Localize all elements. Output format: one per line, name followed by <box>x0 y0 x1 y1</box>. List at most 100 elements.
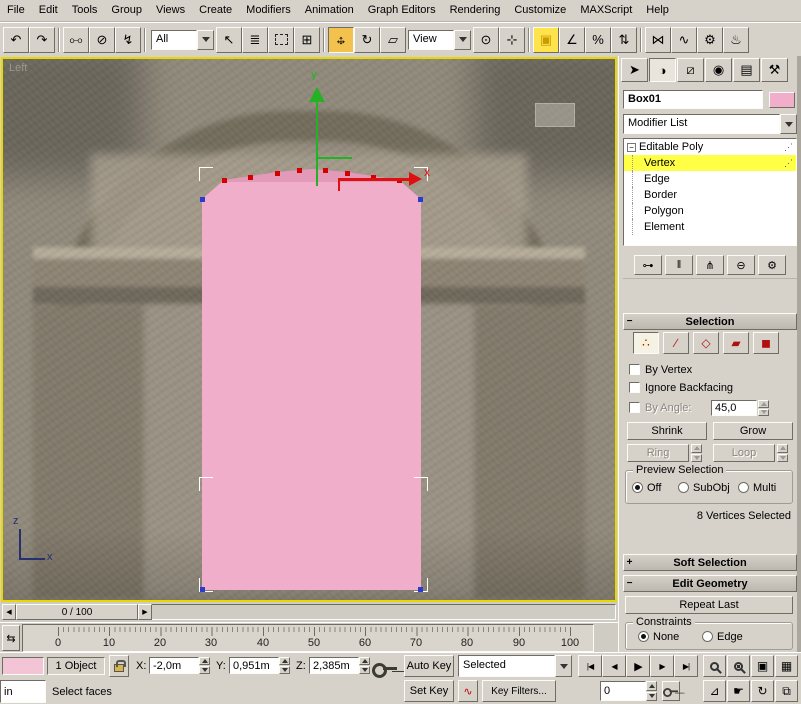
vertex-dot[interactable] <box>200 197 205 202</box>
by-angle-checkbox[interactable]: By Angle: <box>629 402 691 414</box>
undo-button[interactable]: ↶ <box>3 27 29 53</box>
select-and-scale-button[interactable]: ▱ <box>380 27 406 53</box>
subobject-border-button[interactable]: ◇ <box>693 332 719 354</box>
pin-stack-button[interactable]: ⊶ <box>634 255 662 275</box>
unlink-button[interactable]: ⊘ <box>89 27 115 53</box>
stack-row-border[interactable]: Border <box>624 187 796 203</box>
vertex-dot[interactable] <box>323 168 328 173</box>
zoom-extents-all-button[interactable]: ▦ <box>775 655 798 677</box>
reference-coordsys-arrow[interactable] <box>454 30 471 50</box>
show-end-result-button[interactable]: ‖ <box>665 255 693 275</box>
vertex-dot[interactable] <box>297 168 302 173</box>
modifier-list-dropdown[interactable]: Modifier List <box>623 114 797 134</box>
constraint-edge-radio[interactable]: Edge <box>702 631 743 643</box>
spinner-snap-button[interactable]: ⇅ <box>611 27 637 53</box>
select-and-move-button[interactable]: ↔↕ <box>328 27 354 53</box>
object-name-field[interactable]: Box01 <box>623 90 763 109</box>
gizmo-y-axis[interactable] <box>316 101 318 186</box>
tab-utilities[interactable]: ⚒ <box>761 58 788 82</box>
by-angle-field[interactable]: 45,0 <box>711 400 757 416</box>
vertex-dot[interactable] <box>248 175 253 180</box>
angle-snap-button[interactable]: ∠ <box>559 27 585 53</box>
z-coord-field[interactable]: 2,385m <box>309 657 359 674</box>
spinner-up-icon[interactable] <box>758 400 769 408</box>
viewport-left[interactable]: y x z x Left <box>1 57 617 602</box>
tab-create[interactable]: ➤ <box>621 58 648 82</box>
object-color-swatch[interactable] <box>769 92 795 108</box>
select-and-manipulate-button[interactable]: ⊹ <box>499 27 525 53</box>
bind-spacewarp-button[interactable]: ↯ <box>115 27 141 53</box>
stack-row-vertex[interactable]: Vertex ⋰ <box>624 155 796 171</box>
stack-row-polygon[interactable]: Polygon <box>624 203 796 219</box>
loop-button[interactable]: Loop <box>713 444 775 462</box>
preview-multi-radio[interactable]: Multi <box>738 482 776 494</box>
go-to-end-button[interactable]: ▶| <box>674 655 698 677</box>
menu-edit[interactable]: Edit <box>32 0 65 21</box>
macro-recorder-field[interactable] <box>2 657 44 675</box>
subobject-vertex-button[interactable]: ∴ <box>633 332 659 354</box>
preview-subobj-radio[interactable]: SubObj <box>678 482 730 494</box>
select-object-button[interactable]: ↖ <box>216 27 242 53</box>
collapse-icon[interactable]: − <box>627 143 636 152</box>
gizmo-plane-handle[interactable] <box>316 157 352 159</box>
rollout-selection[interactable]: − Selection <box>623 313 797 330</box>
subobject-element-button[interactable]: ◼ <box>753 332 779 354</box>
remove-modifier-button[interactable]: ⊖ <box>727 255 755 275</box>
pan-button[interactable]: ☛ <box>727 680 750 702</box>
selection-filter-arrow[interactable] <box>197 30 214 50</box>
radio-icon[interactable] <box>632 482 643 493</box>
menu-maxscript[interactable]: MAXScript <box>573 0 639 21</box>
by-vertex-checkbox[interactable]: By Vertex <box>629 364 692 376</box>
x-coord-field[interactable]: -2,0m <box>149 657 199 674</box>
key-mode-toggle-button[interactable] <box>662 681 680 701</box>
next-frame-button[interactable]: ▶ <box>650 655 674 677</box>
menu-views[interactable]: Views <box>149 0 192 21</box>
quick-render-button[interactable]: ♨ <box>723 27 749 53</box>
spinner-down-icon[interactable] <box>758 409 769 417</box>
spinner-down-icon[interactable] <box>691 454 702 463</box>
select-and-link-button[interactable]: ⧟ <box>63 27 89 53</box>
play-button[interactable]: ▶ <box>626 655 650 677</box>
next-frame-arrow[interactable]: ▶ <box>138 604 152 620</box>
menu-help[interactable]: Help <box>639 0 676 21</box>
current-frame-spinner[interactable] <box>646 681 657 701</box>
mini-curve-editor-button[interactable]: ⇆ <box>2 625 20 651</box>
reference-coordsys-dropdown[interactable]: View <box>408 30 471 50</box>
timeline-ruler[interactable]: 0 10 20 30 40 50 60 70 80 90 100 <box>22 624 594 652</box>
checkbox-icon[interactable] <box>629 364 640 375</box>
time-slider-handle[interactable]: 0 / 100 <box>16 604 138 620</box>
menu-create[interactable]: Create <box>192 0 239 21</box>
previous-frame-button[interactable]: ◀ <box>602 655 626 677</box>
use-pivot-center-button[interactable]: ⊙ <box>473 27 499 53</box>
vertex-dot[interactable] <box>345 171 350 176</box>
rollout-soft-selection[interactable]: + Soft Selection <box>623 554 797 571</box>
zoom-all-button[interactable] <box>727 655 750 677</box>
select-by-name-button[interactable]: ≣ <box>242 27 268 53</box>
tab-display[interactable]: ▤ <box>733 58 760 82</box>
ring-spinner[interactable] <box>691 444 702 462</box>
vertex-dot[interactable] <box>275 171 280 176</box>
tab-motion[interactable]: ◉ <box>705 58 732 82</box>
rollout-edit-geometry[interactable]: − Edit Geometry <box>623 575 797 592</box>
zoom-button[interactable] <box>703 655 726 677</box>
stack-row-edge[interactable]: Edge <box>624 171 796 187</box>
render-setup-button[interactable]: ⚙ <box>697 27 723 53</box>
tab-modify[interactable]: ◑ <box>649 58 676 82</box>
vertex-dot[interactable] <box>418 587 423 592</box>
selection-filter-dropdown[interactable]: All <box>151 30 214 50</box>
radio-icon[interactable] <box>738 482 749 493</box>
go-to-start-button[interactable]: |◀ <box>578 655 602 677</box>
window-crossing-button[interactable]: ⊞ <box>294 27 320 53</box>
checkbox-icon[interactable] <box>629 382 640 393</box>
subobject-polygon-button[interactable]: ▰ <box>723 332 749 354</box>
repeat-last-button[interactable]: Repeat Last <box>625 596 793 614</box>
checkbox-icon[interactable] <box>629 402 640 413</box>
maxscript-listener-field[interactable]: in <box>0 680 46 703</box>
menu-file[interactable]: File <box>0 0 32 21</box>
radio-icon[interactable] <box>678 482 689 493</box>
gizmo-x-axis[interactable] <box>338 178 411 181</box>
selection-region-button[interactable] <box>268 27 294 53</box>
subobject-edge-button[interactable]: ∕ <box>663 332 689 354</box>
by-angle-spinner[interactable] <box>758 400 769 416</box>
maximize-viewport-button[interactable]: ⧉ <box>775 680 798 702</box>
